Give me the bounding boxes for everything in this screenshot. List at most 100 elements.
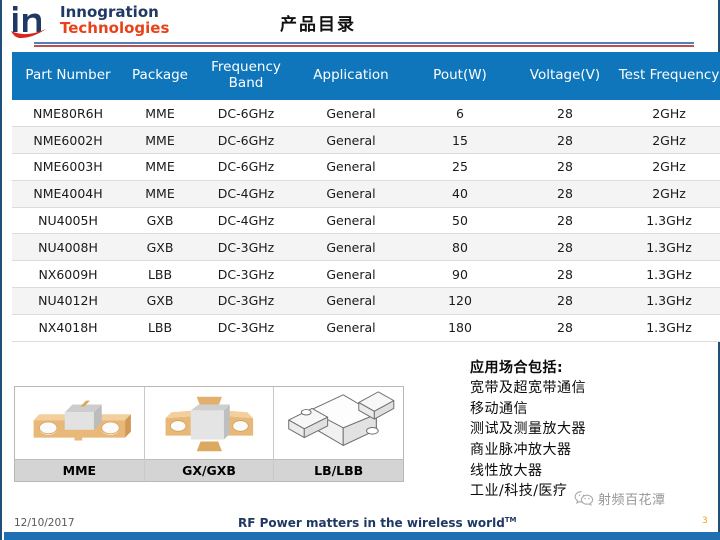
cell-pout: 25 — [406, 153, 514, 181]
header-rule-blue — [34, 42, 694, 44]
cell-test-frequency: 2GHz — [616, 180, 720, 208]
col-label: Application — [313, 67, 389, 84]
table-row: NME6002H MME DC-6GHz General 15 28 2GHz — [12, 126, 720, 155]
col-label: Part Number — [25, 67, 111, 84]
applications-block: 应用场合包括: 宽带及超宽带通信 移动通信 测试及测量放大器 商业脉冲放大器 线性放大器… — [470, 358, 720, 502]
cell-pout: 40 — [406, 180, 514, 208]
application-item: 移动通信 — [470, 400, 528, 417]
package-card-mme: MME — [15, 387, 145, 481]
cell-test-frequency: 1.3GHz — [616, 260, 720, 289]
cell-frequency-band: DC-3GHz — [196, 287, 296, 315]
table-row: NU4005H GXB DC-4GHz General 50 28 1.3GHz — [12, 207, 720, 235]
table-row: NU4012H GXB DC-3GHz General 120 28 1.3GHz — [12, 287, 720, 315]
cell-part-number: NX4018H — [12, 314, 124, 342]
col-label-2: Band — [228, 75, 264, 91]
cell-test-frequency: 2GHz — [616, 100, 720, 128]
cell-voltage: 28 — [514, 233, 616, 262]
col-pout: Pout(W) — [406, 52, 514, 100]
cell-pout: 120 — [406, 287, 514, 315]
table-row: NME80R6H MME DC-6GHz General 6 28 2GHz — [12, 100, 720, 128]
logo-line-technologies: Technologies — [60, 19, 170, 37]
cell-part-number: NME6003H — [12, 153, 124, 181]
cell-frequency-band: DC-3GHz — [196, 260, 296, 289]
wechat-icon — [574, 491, 594, 506]
cell-voltage: 28 — [514, 180, 616, 208]
cell-package: GXB — [124, 207, 196, 235]
table-row: NX6009H LBB DC-3GHz General 90 28 1.3GHz — [12, 260, 720, 289]
col-package: Package — [124, 52, 196, 100]
header-rule-red — [34, 45, 694, 47]
package-label-text: MME — [62, 463, 97, 478]
cell-part-number: NME80R6H — [12, 100, 124, 128]
cell-pout: 6 — [406, 100, 514, 128]
col-label: Frequency — [211, 59, 281, 76]
table-row: NME6003H MME DC-6GHz General 25 28 2GHz — [12, 153, 720, 181]
cell-frequency-band: DC-3GHz — [196, 233, 296, 262]
cell-package: MME — [124, 126, 196, 155]
cell-package: LBB — [124, 314, 196, 342]
cell-frequency-band: DC-3GHz — [196, 314, 296, 342]
col-label: Package — [132, 67, 188, 84]
cell-application: General — [296, 207, 406, 235]
col-frequency-band: Frequency Band — [196, 52, 296, 100]
cell-voltage: 28 — [514, 100, 616, 128]
cell-part-number: NU4008H — [12, 233, 124, 262]
application-item: 宽带及超宽带通信 — [470, 380, 586, 397]
cell-voltage: 28 — [514, 126, 616, 155]
table-header: Part Number Package Frequency Band Applic… — [12, 52, 720, 100]
cell-application: General — [296, 260, 406, 289]
trademark-mark: TM — [504, 516, 517, 524]
watermark-text: 射频百花潭 — [598, 493, 666, 508]
in-logo-icon — [11, 6, 46, 39]
cell-frequency-band: DC-6GHz — [196, 100, 296, 128]
watermark: 射频百花潭 — [574, 489, 666, 508]
cell-voltage: 28 — [514, 207, 616, 235]
col-label: Voltage(V) — [529, 67, 601, 84]
cell-frequency-band: DC-4GHz — [196, 207, 296, 235]
cell-application: General — [296, 153, 406, 181]
table-row: NME4004H MME DC-4GHz General 40 28 2GHz — [12, 180, 720, 208]
package-label-lbb: LB/LBB — [274, 459, 404, 481]
rf-package-gxb-photo — [144, 387, 274, 459]
col-label: Test Frequency — [618, 67, 720, 84]
application-item: 商业脉冲放大器 — [470, 442, 572, 459]
cell-test-frequency: 1.3GHz — [616, 314, 720, 342]
application-item: 测试及测量放大器 — [470, 421, 586, 438]
cell-part-number: NU4012H — [12, 287, 124, 315]
cell-application: General — [296, 287, 406, 315]
cell-part-number: NME6002H — [12, 126, 124, 155]
cell-package: GXB — [124, 287, 196, 315]
slide-canvas: Innogration Technologies 产品目录 Part Numbe… — [0, 0, 720, 540]
page-title: 产品目录 — [280, 15, 356, 35]
cell-application: General — [296, 180, 406, 208]
cell-pout: 180 — [406, 314, 514, 342]
cell-package: MME — [124, 153, 196, 181]
package-gallery: MME GX/GXB LB/LBB — [14, 386, 404, 482]
cell-frequency-band: DC-4GHz — [196, 180, 296, 208]
col-label: Pout(W) — [433, 67, 487, 84]
table-row: NX4018H LBB DC-3GHz General 180 28 1.3GHz — [12, 314, 720, 342]
footer-tagline-text: RF Power matters in the wireless world — [238, 516, 505, 530]
cell-voltage: 28 — [514, 287, 616, 315]
col-voltage: Voltage(V) — [514, 52, 616, 100]
package-label-mme: MME — [15, 459, 144, 481]
cell-frequency-band: DC-6GHz — [196, 153, 296, 181]
cell-package: LBB — [124, 260, 196, 289]
package-label-text: LB/LBB — [314, 463, 364, 478]
package-card-lbb: LB/LBB — [274, 387, 404, 481]
footer-bar — [4, 532, 720, 540]
package-label-gxb: GX/GXB — [144, 459, 274, 481]
rf-package-mme-photo — [15, 387, 144, 459]
page-number: 3 — [702, 516, 708, 526]
cell-package: MME — [124, 180, 196, 208]
cell-package: GXB — [124, 233, 196, 262]
product-catalog-table: Part Number Package Frequency Band Applic… — [12, 52, 720, 342]
logo-line-innogration: Innogration — [60, 3, 159, 21]
cell-frequency-band: DC-6GHz — [196, 126, 296, 155]
cell-test-frequency: 1.3GHz — [616, 207, 720, 235]
col-test-frequency: Test Frequency — [616, 52, 720, 100]
table-header-row: Part Number Package Frequency Band Applic… — [12, 52, 720, 100]
cell-test-frequency: 2GHz — [616, 153, 720, 181]
cell-voltage: 28 — [514, 260, 616, 289]
col-part-number: Part Number — [12, 52, 124, 100]
